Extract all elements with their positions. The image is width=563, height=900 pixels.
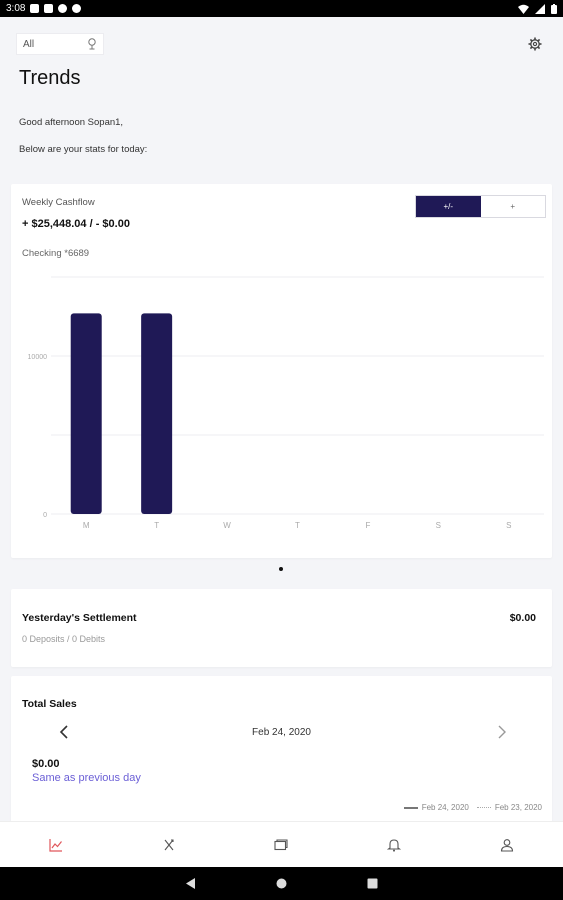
gallery-notification-icon bbox=[30, 4, 40, 13]
cards-icon bbox=[274, 838, 289, 850]
chart-xtick-label: S bbox=[436, 521, 441, 530]
gear-icon[interactable] bbox=[528, 37, 542, 51]
weekly-cashflow-card[interactable]: Weekly Cashflow + $25,448.04 / - $0.00 C… bbox=[11, 184, 552, 558]
location-pin-icon bbox=[88, 38, 96, 50]
cloud-notification-icon bbox=[72, 4, 82, 13]
signal-icon bbox=[535, 3, 545, 14]
legend-solid-swatch bbox=[403, 806, 418, 809]
trends-icon bbox=[49, 838, 63, 852]
cashflow-bar-chart: 0 10000 M T W T F S S bbox=[28, 276, 544, 530]
chevron-right-icon[interactable] bbox=[496, 724, 508, 740]
chart-xtick-label: F bbox=[365, 521, 370, 530]
total-sales-card[interactable]: Total Sales Feb 24, 2020 $0.00 Same as p… bbox=[11, 676, 552, 826]
nav-cards[interactable] bbox=[225, 822, 338, 867]
status-bar: 3:08 bbox=[0, 0, 563, 17]
page-indicator-dot bbox=[279, 567, 283, 571]
nav-trends[interactable] bbox=[0, 822, 113, 867]
mail-notification-icon bbox=[44, 4, 54, 13]
settlement-card[interactable]: Yesterday's Settlement $0.00 0 Deposits … bbox=[11, 589, 552, 667]
chart-ytick-label: 0 bbox=[43, 512, 47, 519]
bell-icon bbox=[387, 838, 402, 852]
home-icon[interactable] bbox=[276, 878, 287, 889]
legend-item-previous: Feb 23, 2020 bbox=[476, 803, 542, 812]
settlement-amount: $0.00 bbox=[509, 612, 536, 624]
chart-xtick-label: T bbox=[154, 521, 159, 530]
sales-comparison: Same as previous day bbox=[32, 772, 141, 784]
sales-title: Total Sales bbox=[22, 698, 77, 710]
settlement-summary: 0 Deposits / 0 Debits bbox=[22, 634, 106, 644]
bottom-navigation bbox=[0, 821, 563, 867]
stats-subtitle: Below are your stats for today: bbox=[19, 144, 148, 155]
filter-value: All bbox=[23, 38, 35, 50]
settlement-title: Yesterday's Settlement bbox=[22, 612, 137, 624]
wifi-icon bbox=[518, 4, 529, 14]
nav-transfers[interactable] bbox=[113, 822, 226, 867]
chart-xtick-label: T bbox=[295, 521, 300, 530]
legend-dotted-swatch bbox=[476, 807, 491, 808]
chart-ytick-label: 10000 bbox=[28, 354, 48, 361]
chart-xtick-label: M bbox=[83, 521, 90, 530]
legend-current-label: Feb 24, 2020 bbox=[421, 803, 469, 812]
sales-legend: Feb 24, 2020 Feb 23, 2020 bbox=[403, 803, 542, 812]
chart-bar-t-1 bbox=[141, 313, 173, 514]
system-navigation-bar bbox=[0, 867, 563, 900]
battery-icon bbox=[551, 3, 557, 14]
account-filter-select[interactable]: All bbox=[16, 33, 104, 55]
page-title: Trends bbox=[19, 67, 81, 89]
greeting-text: Good afternoon Sopan1, bbox=[19, 117, 124, 128]
nav-profile[interactable] bbox=[450, 822, 563, 867]
chart-xtick-label: S bbox=[506, 521, 511, 530]
profile-icon bbox=[500, 838, 513, 852]
legend-item-current: Feb 24, 2020 bbox=[403, 803, 469, 812]
sales-date: Feb 24, 2020 bbox=[252, 727, 311, 738]
legend-previous-label: Feb 23, 2020 bbox=[494, 803, 542, 812]
chart-xtick-label: W bbox=[223, 521, 231, 530]
status-time: 3:08 bbox=[6, 3, 26, 14]
recents-icon[interactable] bbox=[367, 878, 378, 889]
sales-amount: $0.00 bbox=[32, 758, 60, 770]
app-notification-icon bbox=[58, 4, 68, 13]
transfer-icon bbox=[164, 838, 174, 850]
back-icon[interactable] bbox=[185, 878, 196, 889]
nav-notifications[interactable] bbox=[338, 822, 451, 867]
chart-bar-m-0 bbox=[70, 313, 102, 514]
